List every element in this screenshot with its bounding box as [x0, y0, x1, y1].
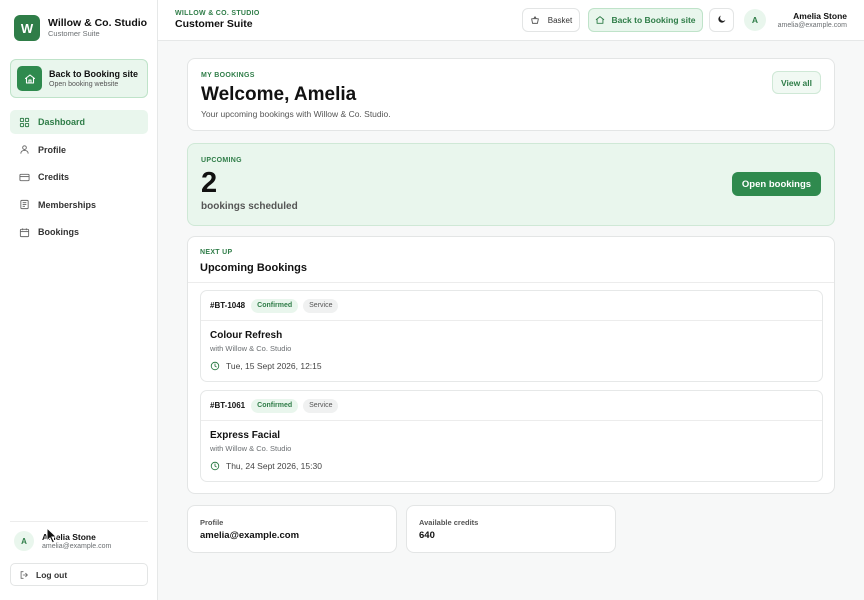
- booking-datetime: Tue, 15 Sept 2026, 12:15: [226, 361, 322, 371]
- user-icon: [18, 144, 30, 156]
- credits-stat-card: Available credits 640: [406, 505, 616, 553]
- back-to-booking-card[interactable]: Back to Booking site Open booking websit…: [10, 59, 148, 98]
- type-badge: Service: [303, 298, 339, 313]
- avatar[interactable]: A: [744, 9, 766, 31]
- sidebar-nav: Dashboard Profile Credits Memberships Bo…: [10, 110, 148, 248]
- bookings-eyebrow: NEXT UP: [200, 249, 233, 256]
- credits-stat-label: Available credits: [419, 518, 479, 527]
- sidebar-user[interactable]: A Amelia Stone amelia@example.com: [14, 531, 111, 551]
- basket-label: Basket: [547, 15, 573, 25]
- credit-card-icon: [18, 171, 30, 183]
- sidebar-divider: [10, 521, 148, 522]
- calendar-icon: [18, 226, 30, 238]
- booking-id: #BT-1048: [210, 301, 246, 310]
- basket-icon: [530, 15, 540, 25]
- back-card-subtitle: Open booking website: [49, 80, 119, 88]
- status-badge: Confirmed: [251, 398, 299, 413]
- moon-icon: [717, 11, 727, 29]
- logout-icon: [19, 570, 29, 580]
- upcoming-eyebrow: UPCOMING: [201, 157, 242, 164]
- profile-stat-label: Profile: [200, 518, 224, 527]
- home-icon: [595, 15, 605, 25]
- header-user-name: Amelia Stone: [793, 11, 847, 21]
- sidebar: W Willow & Co. Studio Customer Suite Bac…: [0, 0, 158, 600]
- brand-logo: W: [14, 15, 40, 41]
- sidebar-item-profile[interactable]: Profile: [10, 138, 148, 162]
- top-header: WILLOW & CO. STUDIO Customer Suite Baske…: [158, 0, 864, 41]
- open-bookings-button[interactable]: Open bookings: [732, 172, 821, 196]
- header-user-email: amelia@example.com: [777, 22, 847, 29]
- home-icon: [17, 66, 42, 91]
- booking-datetime: Thu, 24 Sept 2026, 15:30: [226, 461, 322, 471]
- sidebar-item-label: Credits: [38, 172, 70, 183]
- sidebar-item-memberships[interactable]: Memberships: [10, 193, 148, 217]
- avatar: A: [14, 531, 34, 551]
- profile-stat-card: Profile amelia@example.com: [187, 505, 397, 553]
- booking-name: Express Facial: [210, 430, 281, 441]
- upcoming-count: 2: [201, 167, 218, 199]
- logout-button[interactable]: Log out: [10, 563, 148, 586]
- booking-with: with Willow & Co. Studio: [210, 344, 292, 353]
- view-all-button[interactable]: View all: [772, 71, 821, 94]
- upcoming-label: bookings scheduled: [201, 201, 298, 212]
- upcoming-bookings-card: NEXT UP Upcoming Bookings #BT-1048 Confi…: [187, 236, 835, 494]
- mouse-cursor-icon: [46, 526, 58, 549]
- sidebar-item-dashboard[interactable]: Dashboard: [10, 110, 148, 134]
- sidebar-item-label: Memberships: [38, 199, 97, 210]
- back-card-title: Back to Booking site: [49, 68, 139, 79]
- sidebar-item-label: Profile: [38, 144, 67, 155]
- booking-item[interactable]: #BT-1061 Confirmed Service Express Facia…: [200, 390, 823, 482]
- page-title: Customer Suite: [175, 18, 253, 30]
- status-badge: Confirmed: [251, 298, 299, 313]
- back-to-booking-button[interactable]: Back to Booking site: [588, 8, 703, 32]
- document-icon: [18, 199, 30, 211]
- type-badge: Service: [303, 398, 339, 413]
- theme-toggle-button[interactable]: [709, 8, 734, 32]
- logout-label: Log out: [36, 569, 68, 580]
- welcome-card: MY BOOKINGS Welcome, Amelia Your upcomin…: [187, 58, 835, 131]
- basket-button[interactable]: Basket: [522, 8, 580, 32]
- booking-id: #BT-1061: [210, 401, 246, 410]
- bookings-divider: [188, 282, 834, 283]
- welcome-title: Welcome, Amelia: [201, 84, 357, 105]
- grid-icon: [18, 116, 30, 128]
- header-eyebrow: WILLOW & CO. STUDIO: [175, 10, 260, 17]
- welcome-eyebrow: MY BOOKINGS: [201, 72, 255, 79]
- clock-icon: [210, 461, 220, 471]
- brand-subtitle: Customer Suite: [48, 29, 100, 38]
- credits-stat-value: 640: [419, 530, 435, 541]
- booking-name: Colour Refresh: [210, 330, 283, 341]
- sidebar-item-credits[interactable]: Credits: [10, 165, 148, 189]
- upcoming-card: UPCOMING 2 bookings scheduled Open booki…: [187, 143, 835, 226]
- brand-name: Willow & Co. Studio: [48, 17, 148, 29]
- sidebar-item-label: Dashboard: [38, 117, 86, 127]
- welcome-subtitle: Your upcoming bookings with Willow & Co.…: [201, 109, 391, 119]
- sidebar-item-label: Bookings: [38, 227, 80, 238]
- bookings-title: Upcoming Bookings: [200, 262, 307, 274]
- back-to-booking-label: Back to Booking site: [611, 15, 696, 25]
- booking-with: with Willow & Co. Studio: [210, 444, 292, 453]
- header-user: Amelia Stone amelia@example.com: [778, 11, 847, 30]
- clock-icon: [210, 361, 220, 371]
- booking-item[interactable]: #BT-1048 Confirmed Service Colour Refres…: [200, 290, 823, 382]
- brand[interactable]: W Willow & Co. Studio Customer Suite: [14, 15, 147, 41]
- profile-stat-value: amelia@example.com: [200, 530, 300, 541]
- sidebar-item-bookings[interactable]: Bookings: [10, 220, 148, 244]
